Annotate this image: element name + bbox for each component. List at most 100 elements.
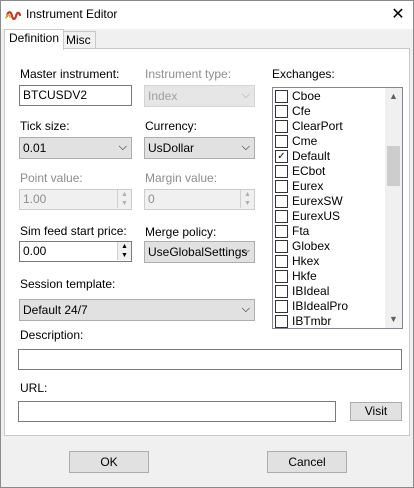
exchanges-scrollbar[interactable]: ▲ ▼ xyxy=(385,88,402,328)
spin-down-icon[interactable]: ▼ xyxy=(240,199,254,208)
exchange-item[interactable]: EurexUS xyxy=(275,209,385,224)
checkbox[interactable] xyxy=(275,195,288,208)
exchanges-list[interactable]: Cboe Cfe ClearPort Cme ✓ Default ECbot Eu… xyxy=(272,87,403,329)
merge-policy-value: UseGlobalSettings xyxy=(148,245,248,259)
sim-feed-start-price-label: Sim feed start price: xyxy=(20,224,127,238)
master-instrument-label: Master instrument: xyxy=(20,67,120,81)
point-value-stepper[interactable]: 1.00 ▲ ▼ xyxy=(19,189,132,210)
spin-down-icon[interactable]: ▼ xyxy=(117,199,131,208)
exchange-item[interactable]: Hkex xyxy=(275,254,385,269)
exchange-item[interactable]: IBTmbr xyxy=(275,314,385,328)
instrument-type-value: Index xyxy=(148,89,178,103)
exchange-item[interactable]: Cme xyxy=(275,134,385,149)
chevron-down-icon: ⌵ xyxy=(241,245,250,257)
exchange-item-label: Globex xyxy=(292,239,331,253)
tick-size-label: Tick size: xyxy=(20,119,70,133)
chevron-down-icon: ⌵ xyxy=(118,141,127,153)
checkbox[interactable] xyxy=(275,300,288,313)
session-template-select[interactable]: Default 24/7 ⌵ xyxy=(19,299,255,321)
description-input[interactable] xyxy=(18,349,402,370)
currency-value: UsDollar xyxy=(148,141,195,155)
sim-feed-start-price-value: 0.00 xyxy=(23,244,47,258)
tick-size-value: 0.01 xyxy=(23,141,47,155)
currency-select[interactable]: UsDollar ⌵ xyxy=(144,137,255,159)
exchange-item[interactable]: Cboe xyxy=(275,89,385,104)
checkbox[interactable] xyxy=(275,105,288,118)
point-value-value: 1.00 xyxy=(23,192,47,206)
exchange-item-label: Cme xyxy=(292,134,318,148)
checkbox[interactable] xyxy=(275,210,288,223)
description-label: Description: xyxy=(20,328,84,342)
scroll-down-icon[interactable]: ▼ xyxy=(385,311,402,328)
margin-value-stepper[interactable]: 0 ▲ ▼ xyxy=(144,189,255,210)
exchange-item[interactable]: IBIdeal xyxy=(275,284,385,299)
spin-up-icon[interactable]: ▲ xyxy=(240,190,254,199)
exchange-item-label: IBIdealPro xyxy=(292,299,349,313)
exchange-item[interactable]: ✓ Default xyxy=(275,149,385,164)
exchange-item-label: Eurex xyxy=(292,179,324,193)
exchange-item-label: ClearPort xyxy=(292,119,343,133)
instrument-type-label: Instrument type: xyxy=(145,67,232,81)
checkbox[interactable] xyxy=(275,285,288,298)
checkbox[interactable] xyxy=(275,270,288,283)
title-bar[interactable]: Instrument Editor ✕ xyxy=(1,1,413,29)
exchange-item[interactable]: IBIdealPro xyxy=(275,299,385,314)
instrument-type-select[interactable]: Index ⌵ xyxy=(144,85,255,107)
exchange-item[interactable]: Eurex xyxy=(275,179,385,194)
exchange-item[interactable]: Hkfe xyxy=(275,269,385,284)
tab-misc[interactable]: Misc xyxy=(61,31,96,49)
app-logo-icon xyxy=(5,11,21,21)
spin-up-icon[interactable]: ▲ xyxy=(117,190,131,199)
exchange-item-label: IBIdeal xyxy=(292,284,330,298)
exchange-item-label: Fta xyxy=(292,224,310,238)
checkbox[interactable] xyxy=(275,315,288,328)
tick-size-select[interactable]: 0.01 ⌵ xyxy=(19,137,132,159)
sim-feed-start-price-stepper[interactable]: 0.00 ▲ ▼ xyxy=(19,241,132,262)
chevron-down-icon: ⌵ xyxy=(241,303,250,315)
exchange-item[interactable]: ClearPort xyxy=(275,119,385,134)
session-template-value: Default 24/7 xyxy=(23,303,88,317)
checkbox-checked[interactable]: ✓ xyxy=(275,150,288,163)
checkbox[interactable] xyxy=(275,240,288,253)
checkbox[interactable] xyxy=(275,90,288,103)
margin-value-label: Margin value: xyxy=(145,171,218,185)
checkbox[interactable] xyxy=(275,120,288,133)
exchange-item[interactable]: Cfe xyxy=(275,104,385,119)
merge-policy-label: Merge policy: xyxy=(145,225,217,239)
exchange-item[interactable]: EurexSW xyxy=(275,194,385,209)
url-label: URL: xyxy=(20,381,48,395)
currency-label: Currency: xyxy=(145,119,198,133)
window-title: Instrument Editor xyxy=(26,7,118,21)
spin-down-icon[interactable]: ▼ xyxy=(117,251,131,260)
merge-policy-select[interactable]: UseGlobalSettings ⌵ xyxy=(144,241,255,263)
exchange-item-label: EurexUS xyxy=(292,209,341,223)
checkbox[interactable] xyxy=(275,135,288,148)
exchange-item-label: ECbot xyxy=(292,164,326,178)
spin-up-icon[interactable]: ▲ xyxy=(117,242,131,251)
exchange-item-label: Default xyxy=(292,149,331,163)
exchange-item-label: IBTmbr xyxy=(292,314,332,328)
checkbox[interactable] xyxy=(275,165,288,178)
visit-button[interactable]: Visit xyxy=(350,402,402,421)
exchange-item-label: EurexSW xyxy=(292,194,343,208)
definition-panel: Master instrument: BTCUSDV2 Instrument t… xyxy=(4,48,410,436)
exchange-item-label: Hkfe xyxy=(292,269,317,283)
cancel-button[interactable]: Cancel xyxy=(267,451,347,473)
url-input[interactable] xyxy=(18,401,336,422)
exchange-item[interactable]: Globex xyxy=(275,239,385,254)
master-instrument-input[interactable]: BTCUSDV2 xyxy=(19,85,132,106)
ok-button[interactable]: OK xyxy=(69,451,149,473)
scroll-up-icon[interactable]: ▲ xyxy=(385,88,402,105)
chevron-down-icon: ⌵ xyxy=(241,89,250,101)
checkbox[interactable] xyxy=(275,180,288,193)
scrollbar-thumb[interactable] xyxy=(387,146,400,186)
exchange-item-label: Cboe xyxy=(292,89,321,103)
checkbox[interactable] xyxy=(275,225,288,238)
close-icon[interactable]: ✕ xyxy=(383,1,413,29)
exchange-item-label: Cfe xyxy=(292,104,311,118)
exchange-item[interactable]: Fta xyxy=(275,224,385,239)
tab-definition[interactable]: Definition xyxy=(4,29,65,50)
exchange-item[interactable]: ECbot xyxy=(275,164,385,179)
checkbox[interactable] xyxy=(275,255,288,268)
exchange-item-label: Hkex xyxy=(292,254,320,268)
